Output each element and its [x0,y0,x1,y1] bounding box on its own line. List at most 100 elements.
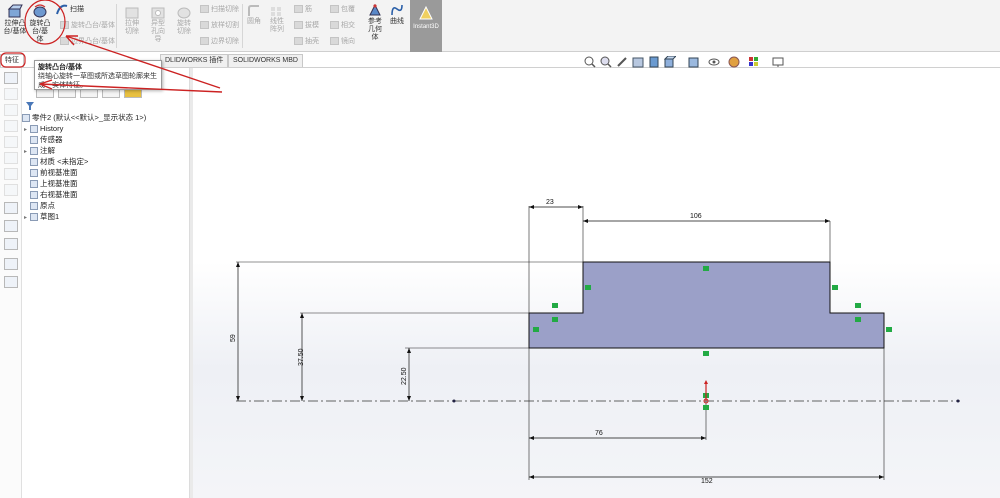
sweep-cut-icon [200,5,209,14]
part-icon [22,114,30,123]
ribbon-separator [242,4,243,48]
fillet-icon [248,5,259,16]
draft-button[interactable]: 拔模 [294,20,319,30]
sketch-icon[interactable] [4,202,18,214]
tree-item[interactable]: 传感器 [22,134,190,145]
wrap-label: 包覆 [341,6,355,13]
intersect-button[interactable]: 相交 [330,20,355,30]
graphics-area[interactable] [193,68,1000,498]
display-style-icon[interactable] [688,56,700,68]
sweep-button[interactable]: 扫描 [56,3,92,15]
tab-features[interactable]: 特征 [0,54,24,67]
feature-icon[interactable] [4,104,18,116]
instant3d-button[interactable]: Instant3D [410,0,442,52]
feature-icon[interactable] [4,152,18,164]
tree-item[interactable]: ▸ 注解 [22,145,190,156]
fillet-button[interactable]: 圆角 [245,4,263,26]
edit-appearance-icon[interactable] [728,56,740,68]
shell-button[interactable]: 抽壳 [294,36,319,46]
hole-wizard-button[interactable]: 异型孔向导 [146,4,170,44]
view-orientation-icon[interactable] [664,56,676,68]
loft-icon [60,21,69,30]
tree-item-icon [30,147,38,156]
view-settings-icon[interactable] [772,56,784,68]
tree-item-icon [30,136,38,145]
sweep-icon [56,4,68,15]
dynamic-annotation-icon[interactable] [648,56,660,68]
tree-item-icon [30,202,38,211]
curves-icon [391,4,403,16]
loft-label: 旋转凸台/基体 [71,22,115,29]
tree-item-label: 上视基准面 [40,179,78,188]
hole-wizard-icon [151,7,165,19]
loft-cut-icon [200,21,209,30]
feature-icon[interactable] [4,72,18,84]
tree-item[interactable]: 材质 <未指定> [22,156,190,167]
boundary-cut-label: 边界切除 [211,38,239,45]
rib-icon [294,5,303,14]
sweep-cut-label: 扫描切除 [211,6,239,13]
feature-icon[interactable] [4,120,18,132]
extrude-cut-button[interactable]: 拉伸切除 [120,4,144,36]
filter-icon[interactable] [26,102,34,110]
ref-geometry-button[interactable]: 参考几何体 [364,2,386,42]
tree-item-icon [30,191,38,200]
loft-cut-button[interactable]: 放样切割 [200,20,239,30]
shell-icon [294,37,303,46]
boundary-boss-button[interactable]: 边界凸台/基体 [60,36,115,46]
zoom-to-fit-icon[interactable] [584,56,596,68]
sweep-cut-button[interactable]: 扫描切除 [200,4,239,14]
extrude-cut-icon [125,7,139,19]
tree-item[interactable]: 原点 [22,200,190,211]
display-icon[interactable] [4,238,18,250]
tree-item-label: 草图1 [40,212,60,221]
zoom-area-icon[interactable] [600,56,612,68]
feature-icon[interactable] [4,136,18,148]
loft-cut-label: 放样切割 [211,22,239,29]
apply-scene-icon[interactable] [748,56,760,68]
edit-sketch-icon[interactable] [4,220,18,232]
tree-item-icon [30,125,38,134]
feature-icon[interactable] [4,88,18,100]
tab-sw-mbd[interactable]: SOLIDWORKS MBD [228,54,303,67]
revolve-cut-icon [177,7,191,19]
intersect-icon [330,21,339,30]
intersect-label: 相交 [341,22,355,29]
tree-item[interactable]: 右视基准面 [22,189,190,200]
previous-view-icon[interactable] [616,56,628,68]
wrap-button[interactable]: 包覆 [330,4,355,14]
boundary-boss-icon [60,37,69,46]
boundary-boss-label: 边界凸台/基体 [71,38,115,45]
extrude-boss-button[interactable]: 拉伸凸台/基体 [2,2,28,36]
mirror-button[interactable]: 镜向 [330,36,355,46]
tree-root[interactable]: 零件2 (默认<<默认>_显示状态 1>) [22,112,190,123]
tree-item[interactable]: 前视基准面 [22,167,190,178]
linear-pattern-button[interactable]: 线性阵列 [266,4,288,34]
revolve-cut-button[interactable]: 旋转切除 [172,4,196,36]
feature-icon[interactable] [4,184,18,196]
evaluate-icon[interactable] [4,258,18,270]
section-view-icon[interactable] [632,56,644,68]
tooltip-title: 旋转凸台/基体 [38,64,82,71]
tree-item-label: History [40,124,64,133]
tree-item-label: 材质 <未指定> [40,157,89,166]
curves-button[interactable]: 曲线 [388,2,406,26]
revolve-cut-label: 旋转切除 [177,20,191,35]
mirror-icon [330,37,339,46]
revolve-boss-button[interactable]: 旋转凸台/基体 [28,2,52,44]
feature-manager-panel: 零件2 (默认<<默认>_显示状态 1>) ▸ History 传感器 ▸ 注解 材质 <… [22,68,190,498]
feature-icon[interactable] [4,168,18,180]
extrude-boss-icon [7,4,23,18]
tree-item[interactable]: 上视基准面 [22,178,190,189]
tab-sw-addins[interactable]: DLIDWORKS 插件 [160,54,229,67]
loft-boss-button[interactable]: 旋转凸台/基体 [60,20,115,30]
ribbon-separator [116,4,117,48]
wrap-icon [330,5,339,14]
tree-item[interactable]: ▸ 草图1 [22,211,190,222]
layers-icon[interactable] [4,276,18,288]
hide-show-items-icon[interactable] [708,56,720,68]
rib-button[interactable]: 筋 [294,4,312,14]
tree-item[interactable]: ▸ History [22,123,190,134]
boundary-cut-button[interactable]: 边界切除 [200,36,239,46]
feature-tree: 零件2 (默认<<默认>_显示状态 1>) ▸ History 传感器 ▸ 注解 材质 <… [22,112,190,222]
